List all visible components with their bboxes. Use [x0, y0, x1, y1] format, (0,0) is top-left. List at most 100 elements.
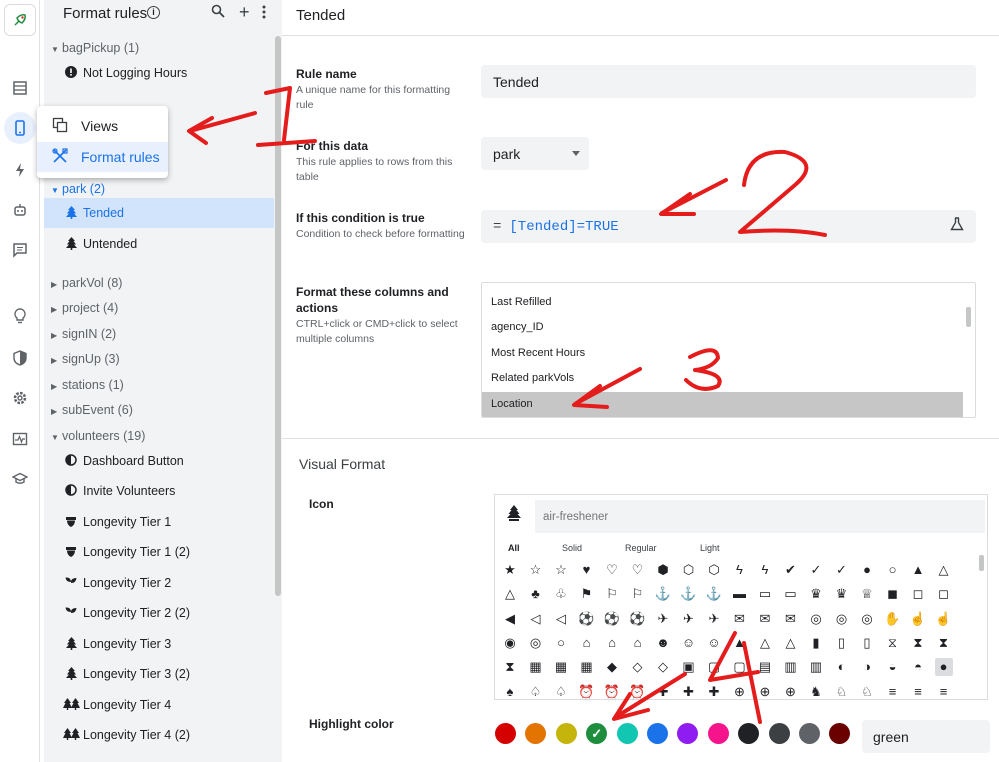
- learn-icon[interactable]: [8, 467, 32, 491]
- icon-option[interactable]: ▦: [552, 658, 570, 676]
- icon-option[interactable]: ⧗: [909, 634, 927, 652]
- icon-option[interactable]: ⚽: [629, 610, 647, 628]
- icon-option[interactable]: ☺: [705, 634, 723, 652]
- group-park[interactable]: ▼ park (2): [51, 182, 105, 196]
- icon-option[interactable]: ▦: [527, 658, 545, 676]
- icon-option[interactable]: ◎: [833, 610, 851, 628]
- icon-option[interactable]: ▯: [858, 634, 876, 652]
- data-icon[interactable]: [8, 76, 32, 100]
- icon-option[interactable]: ▢: [705, 658, 723, 676]
- icon-option[interactable]: ◎: [858, 610, 876, 628]
- icon-option[interactable]: ◻: [935, 585, 953, 603]
- settings-icon[interactable]: [8, 386, 32, 410]
- icon-option[interactable]: ⚐: [629, 585, 647, 603]
- icon-option[interactable]: ☺: [680, 634, 698, 652]
- icon-option[interactable]: ⬢: [654, 561, 672, 579]
- rule-name-field[interactable]: Tended: [481, 65, 976, 98]
- icon-option[interactable]: ⊕: [731, 683, 749, 700]
- icon-option[interactable]: ϟ: [756, 561, 774, 579]
- icon-option[interactable]: ♛: [807, 585, 825, 603]
- icon-option[interactable]: ⬡: [705, 561, 723, 579]
- color-swatch[interactable]: [647, 723, 668, 744]
- icon-option[interactable]: ⊕: [756, 683, 774, 700]
- icon-option[interactable]: ✚: [654, 683, 672, 700]
- icon-option[interactable]: ▲: [909, 561, 927, 579]
- icon-option[interactable]: ●: [934, 658, 953, 677]
- icon-option[interactable]: ◒: [884, 658, 902, 676]
- search-icon[interactable]: [211, 4, 225, 23]
- icon-option[interactable]: ◀: [501, 610, 519, 628]
- group-project[interactable]: ▶ project (4): [51, 301, 118, 315]
- group-signup[interactable]: ▶ signUp (3): [51, 352, 120, 366]
- icon-option[interactable]: ▦: [578, 658, 596, 676]
- tab-all[interactable]: All: [508, 543, 520, 553]
- icon-option[interactable]: ◁: [552, 610, 570, 628]
- color-swatch[interactable]: [495, 723, 516, 744]
- icon-option[interactable]: ♠: [501, 683, 519, 700]
- icon-option[interactable]: ✉: [782, 610, 800, 628]
- icon-option[interactable]: △: [501, 585, 519, 603]
- icon-option[interactable]: ⧗: [935, 634, 953, 652]
- menu-item-format-rules[interactable]: Format rules: [37, 142, 168, 172]
- color-swatch[interactable]: [829, 723, 851, 744]
- icon-option[interactable]: ⚓: [654, 585, 672, 603]
- columns-scrollbar[interactable]: [966, 307, 971, 327]
- column-option[interactable]: Related parkVols: [482, 366, 963, 391]
- icon-option[interactable]: ✈: [654, 610, 672, 628]
- icon-option[interactable]: ⬡: [680, 561, 698, 579]
- security-icon[interactable]: [8, 346, 32, 370]
- condition-field[interactable]: = [Tended]=TRUE: [481, 210, 976, 243]
- flask-icon[interactable]: [950, 217, 964, 236]
- icon-option[interactable]: ☆: [527, 561, 545, 579]
- tab-solid[interactable]: Solid: [562, 543, 582, 553]
- icon-option[interactable]: ▬: [731, 585, 749, 603]
- icon-option[interactable]: △: [756, 634, 774, 652]
- icon-option[interactable]: ♘: [858, 683, 876, 700]
- actions-icon[interactable]: [8, 158, 32, 182]
- icon-option[interactable]: ⌂: [629, 634, 647, 652]
- icon-option[interactable]: ⚐: [603, 585, 621, 603]
- group-subevent[interactable]: ▶ subEvent (6): [51, 403, 133, 417]
- rule-not-logging-hours[interactable]: Not Logging Hours: [44, 58, 274, 88]
- icon-option[interactable]: ♘: [833, 683, 851, 700]
- icon-option[interactable]: ♤: [552, 683, 570, 700]
- icon-option[interactable]: ✈: [680, 610, 698, 628]
- icon-option[interactable]: ⊕: [782, 683, 800, 700]
- color-swatch[interactable]: [738, 723, 760, 744]
- color-name-field[interactable]: green: [862, 720, 990, 753]
- icon-option[interactable]: ✉: [731, 610, 749, 628]
- rule-longevity-tier-2-2[interactable]: Longevity Tier 2 (2): [44, 598, 274, 628]
- color-swatch[interactable]: [555, 723, 577, 744]
- menu-item-views[interactable]: Views: [37, 111, 168, 141]
- rule-longevity-tier-2[interactable]: Longevity Tier 2: [44, 568, 274, 598]
- icon-option[interactable]: ♧: [552, 585, 570, 603]
- icon-option[interactable]: ✓: [833, 561, 851, 579]
- columns-list[interactable]: Last Refilled agency_ID Most Recent Hour…: [481, 282, 976, 418]
- rule-longevity-tier-3-2[interactable]: Longevity Tier 3 (2): [44, 659, 274, 689]
- icon-search-input[interactable]: [535, 500, 985, 533]
- column-option[interactable]: Most Recent Hours: [482, 341, 963, 366]
- icon-option[interactable]: ✚: [680, 683, 698, 700]
- group-volunteers[interactable]: ▼ volunteers (19): [51, 429, 145, 443]
- icon-option[interactable]: ▲: [731, 634, 749, 652]
- table-select[interactable]: park: [481, 137, 589, 170]
- icon-option[interactable]: ○: [552, 634, 570, 652]
- icon-option[interactable]: ★: [501, 561, 519, 579]
- icon-option[interactable]: ♥: [578, 561, 596, 579]
- icon-option[interactable]: ◓: [909, 658, 927, 676]
- icon-option[interactable]: ⚽: [578, 610, 596, 628]
- color-swatch[interactable]: ✓: [586, 723, 608, 744]
- rule-untended[interactable]: Untended: [44, 229, 274, 259]
- icon-option[interactable]: ⚑: [578, 585, 596, 603]
- color-swatch[interactable]: [799, 723, 820, 744]
- intelligence-icon[interactable]: [8, 304, 32, 328]
- icon-option[interactable]: ▣: [680, 658, 698, 676]
- icon-option[interactable]: ♡: [603, 561, 621, 579]
- icon-option[interactable]: ⧗: [501, 658, 519, 676]
- icon-option[interactable]: ▮: [807, 634, 825, 652]
- icon-option[interactable]: ⧖: [884, 634, 902, 652]
- icon-option[interactable]: ⏰: [578, 683, 596, 700]
- tab-light[interactable]: Light: [700, 543, 720, 553]
- column-option-selected[interactable]: Location: [482, 392, 963, 417]
- icon-option[interactable]: ≡: [884, 683, 902, 700]
